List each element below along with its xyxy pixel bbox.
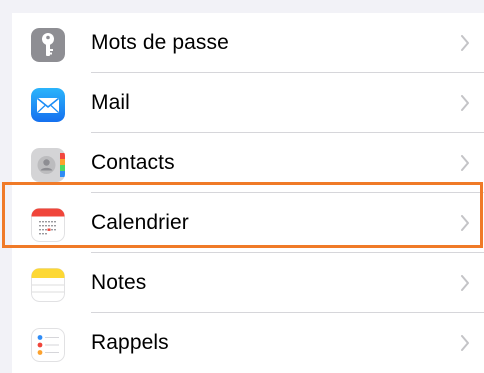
calendar-icon xyxy=(31,208,65,242)
settings-row-passwords[interactable]: Mots de passe xyxy=(12,13,484,73)
notes-icon xyxy=(31,268,65,302)
settings-row-mail[interactable]: Mail xyxy=(12,73,484,133)
settings-row-label: Mail xyxy=(91,91,130,114)
settings-row-reminders[interactable]: Rappels xyxy=(12,313,484,373)
mail-icon xyxy=(31,88,65,122)
chevron-right-icon xyxy=(461,335,469,351)
chevron-right-icon xyxy=(461,155,469,171)
reminders-icon xyxy=(31,328,65,362)
chevron-right-icon xyxy=(461,35,469,51)
settings-row-label: Contacts xyxy=(91,151,175,174)
chevron-right-icon xyxy=(461,215,469,231)
settings-row-label: Rappels xyxy=(91,331,169,354)
settings-row-notes[interactable]: Notes xyxy=(12,253,484,313)
chevron-right-icon xyxy=(461,275,469,291)
settings-row-contacts[interactable]: Contacts xyxy=(12,133,484,193)
key-icon xyxy=(31,28,65,62)
chevron-right-icon xyxy=(461,95,469,111)
settings-row-label: Notes xyxy=(91,271,147,294)
settings-row-label: Calendrier xyxy=(91,211,189,234)
contacts-icon xyxy=(31,148,65,182)
settings-list: Mots de passe Mail Contacts Calendrier N… xyxy=(12,13,484,373)
settings-row-label: Mots de passe xyxy=(91,31,229,54)
settings-row-calendar[interactable]: Calendrier xyxy=(12,193,484,253)
